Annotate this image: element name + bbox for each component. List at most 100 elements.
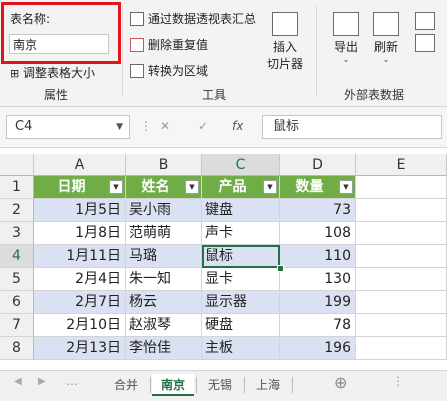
column-header[interactable]: B <box>126 154 202 176</box>
table-cell[interactable]: 196 <box>280 337 356 360</box>
table-cell[interactable]: 李怡佳 <box>126 337 202 360</box>
pivot-table-icon <box>130 11 144 26</box>
cancel-icon[interactable]: ✕ <box>160 119 170 133</box>
table-cell[interactable] <box>356 245 447 268</box>
sheet-tab-active[interactable]: 南京 <box>152 374 194 396</box>
table-cell[interactable]: 马璐 <box>126 245 202 268</box>
resize-table-button[interactable]: ⊞ 调整表格大小 <box>10 64 95 81</box>
table-cell[interactable]: 杨云 <box>126 291 202 314</box>
more-tabs-icon[interactable]: … <box>66 374 78 388</box>
row-header[interactable]: 2 <box>0 199 34 222</box>
row-header[interactable]: 6 <box>0 291 34 314</box>
column-header[interactable]: C <box>202 154 280 176</box>
tab-divider <box>244 377 245 393</box>
insert-slicer-label-2: 切片器 <box>266 57 303 71</box>
table-cell[interactable]: 1月8日 <box>34 222 126 245</box>
table-cell[interactable]: 显卡 <box>202 268 280 291</box>
row-header[interactable]: 3 <box>0 222 34 245</box>
table-cell[interactable]: 1月11日 <box>34 245 126 268</box>
tab-divider <box>196 377 197 393</box>
insert-slicer-button[interactable]: 插入 切片器 <box>262 12 308 72</box>
select-all-corner[interactable] <box>0 154 34 176</box>
scroll-left-icon[interactable]: ◀ <box>14 376 22 387</box>
table-cell[interactable] <box>356 199 447 222</box>
table-cell[interactable]: 主板 <box>202 337 280 360</box>
active-cell[interactable]: 鼠标 <box>202 245 280 268</box>
table-cell[interactable]: 键盘 <box>202 199 280 222</box>
chevron-down-icon: ⌄ <box>382 55 390 64</box>
scroll-right-icon[interactable]: ▶ <box>38 376 46 387</box>
table-cell[interactable] <box>356 222 447 245</box>
table-cell[interactable]: 2月10日 <box>34 314 126 337</box>
sheet-tab[interactable]: 合并 <box>104 374 148 396</box>
highlight-box <box>1 2 121 64</box>
filter-dropdown-icon[interactable]: ▼ <box>263 180 277 194</box>
table-cell[interactable]: 78 <box>280 314 356 337</box>
row-header[interactable]: 5 <box>0 268 34 291</box>
table-header-cell[interactable]: 产品 ▼ <box>202 176 280 199</box>
name-box[interactable]: C4 ▼ <box>6 115 130 139</box>
table-header-cell[interactable]: 姓名 ▼ <box>126 176 202 199</box>
sheet-tabs-bar: ◀ ▶ … 合并 南京 无锡 上海 ⊕ ⋮ <box>0 370 447 401</box>
export-button[interactable]: 导出 ⌄ <box>326 12 366 64</box>
remove-duplicates-icon <box>130 37 144 52</box>
table-cell[interactable]: 2月4日 <box>34 268 126 291</box>
remove-duplicates-button[interactable]: 删除重复值 <box>130 36 208 53</box>
row-header[interactable]: 8 <box>0 337 34 360</box>
filter-dropdown-icon[interactable]: ▼ <box>185 180 199 194</box>
refresh-icon <box>373 12 399 36</box>
sheet-tab[interactable]: 上海 <box>246 374 290 396</box>
table-cell[interactable]: 声卡 <box>202 222 280 245</box>
filter-dropdown-icon[interactable]: ▼ <box>339 180 353 194</box>
fill-handle[interactable] <box>277 265 284 272</box>
sheet-tab[interactable]: 无锡 <box>198 374 242 396</box>
export-label: 导出 <box>333 40 358 54</box>
refresh-button[interactable]: 刷新 ⌄ <box>366 12 406 64</box>
group-label-tools: 工具 <box>202 88 227 102</box>
summarize-pivot-label: 通过数据透视表汇总 <box>148 12 257 26</box>
table-cell[interactable]: 范萌萌 <box>126 222 202 245</box>
table-cell[interactable]: 赵淑琴 <box>126 314 202 337</box>
ribbon: 表名称: 南京 ⊞ 调整表格大小 属性 通过数据透视表汇总 删除重复值 转换为区… <box>0 0 447 107</box>
table-cell[interactable]: 110 <box>280 245 356 268</box>
column-header[interactable]: A <box>34 154 126 176</box>
properties-icon-button[interactable] <box>410 12 440 54</box>
insert-function-icon[interactable]: fx <box>232 119 243 133</box>
summarize-pivot-button[interactable]: 通过数据透视表汇总 <box>130 10 256 27</box>
group-label-external: 外部表数据 <box>344 88 405 102</box>
add-sheet-icon[interactable]: ⊕ <box>334 373 347 392</box>
table-cell[interactable]: 199 <box>280 291 356 314</box>
table-cell[interactable] <box>356 268 447 291</box>
convert-range-icon <box>130 63 144 78</box>
formula-input[interactable]: 鼠标 <box>262 115 442 139</box>
table-cell[interactable] <box>356 291 447 314</box>
table-cell[interactable]: 1月5日 <box>34 199 126 222</box>
table-cell[interactable]: 108 <box>280 222 356 245</box>
column-header[interactable]: E <box>356 154 447 176</box>
convert-to-range-button[interactable]: 转换为区域 <box>130 62 208 79</box>
row-header[interactable]: 4 <box>0 245 34 268</box>
table-cell[interactable] <box>356 337 447 360</box>
table-cell[interactable]: 吴小雨 <box>126 199 202 222</box>
table-cell[interactable]: 73 <box>280 199 356 222</box>
enter-icon[interactable]: ✓ <box>198 119 208 133</box>
more-options-icon[interactable]: ⋮ <box>392 374 404 388</box>
table-header-cell[interactable]: 数量 ▼ <box>280 176 356 199</box>
remove-duplicates-label: 删除重复值 <box>148 38 209 52</box>
row-header[interactable]: 1 <box>0 176 34 199</box>
column-header[interactable]: D <box>280 154 356 176</box>
chevron-down-icon: ▼ <box>116 122 123 132</box>
table-cell[interactable]: 显示器 <box>202 291 280 314</box>
group-label-properties: 属性 <box>44 88 69 102</box>
table-cell[interactable]: 硬盘 <box>202 314 280 337</box>
ribbon-divider <box>316 6 317 96</box>
table-cell[interactable] <box>356 314 447 337</box>
table-cell[interactable]: 2月7日 <box>34 291 126 314</box>
table-cell[interactable]: 130 <box>280 268 356 291</box>
table-cell[interactable]: 2月13日 <box>34 337 126 360</box>
row-header[interactable]: 7 <box>0 314 34 337</box>
table-header-cell[interactable]: 日期 ▼ <box>34 176 126 199</box>
table-cell[interactable] <box>356 176 447 199</box>
filter-dropdown-icon[interactable]: ▼ <box>109 180 123 194</box>
table-cell[interactable]: 朱一知 <box>126 268 202 291</box>
